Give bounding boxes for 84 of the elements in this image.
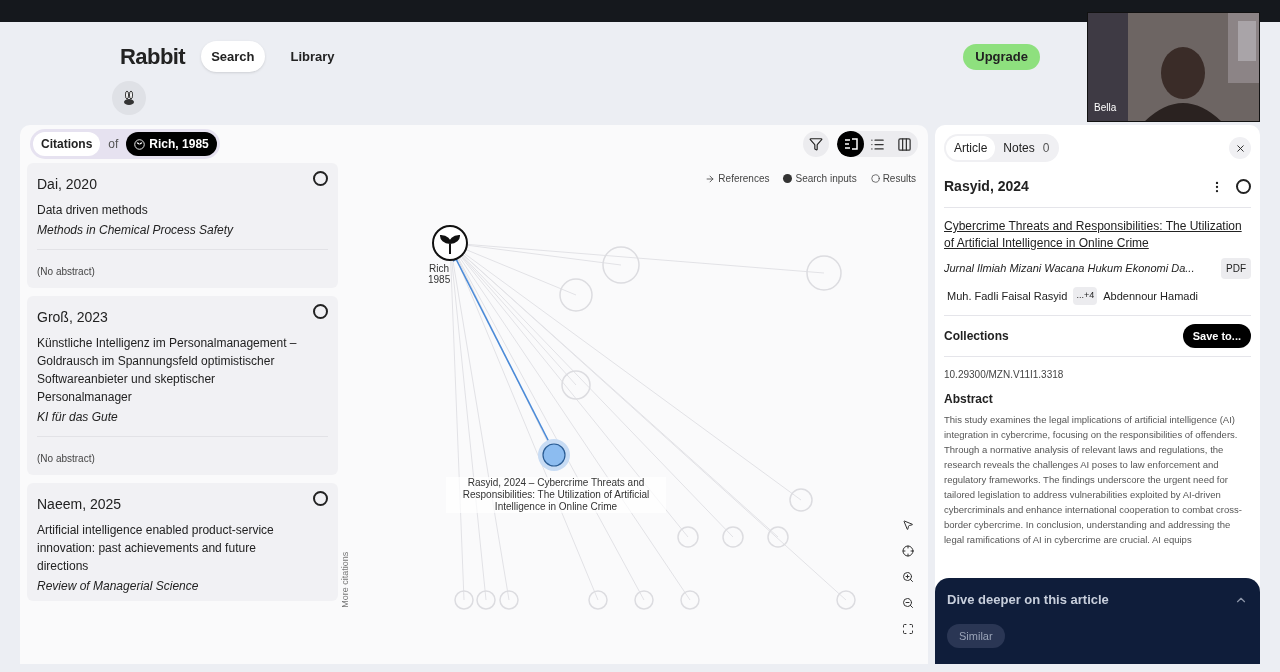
author-name[interactable]: Muh. Fadli Faisal Rasyid — [947, 287, 1068, 304]
article-heading: Rasyid, 2024 — [944, 177, 1029, 196]
seed-node[interactable] — [432, 225, 468, 261]
graph-node[interactable] — [561, 370, 591, 400]
paper-title: Data driven methods — [37, 202, 149, 219]
paper-heading: Naeem, 2025 — [37, 495, 122, 514]
journal-name: Methods in Chemical Process Safety — [37, 222, 235, 239]
graph-node[interactable] — [454, 590, 474, 610]
close-button[interactable] — [1229, 137, 1251, 159]
zoom-in-icon[interactable] — [902, 571, 914, 583]
center-tool-icon[interactable] — [902, 545, 914, 557]
columns-icon — [897, 136, 912, 152]
paper-heading: Dai, 2020 — [37, 175, 97, 194]
collections-label: Collections — [944, 327, 1009, 345]
graph-node[interactable] — [767, 526, 789, 548]
mode-chip[interactable]: Citations — [33, 132, 101, 156]
graph-node[interactable] — [588, 590, 608, 610]
paper-heading: Groß, 2023 — [37, 308, 108, 327]
graph-node[interactable] — [499, 590, 519, 610]
save-to-button[interactable]: Save to... — [1182, 323, 1251, 348]
abstract-text: (No abstract) — [37, 266, 95, 277]
pointer-tool-icon[interactable] — [902, 519, 914, 531]
selected-node[interactable] — [538, 439, 570, 471]
result-icon — [870, 174, 880, 183]
participant-name: Bella — [1094, 101, 1117, 115]
app-logo-text: Rabbit — [120, 43, 186, 71]
paper-card[interactable]: Naeem, 2025 Artificial intelligence enabled product-service innovation: past achievements and future directions Review of Managerial Science — [27, 483, 338, 601]
journal-name: Jurnal Ilmiah Mizani Wacana Hukum Ekonomi Da... — [944, 261, 1195, 277]
graph-view-icon — [843, 138, 858, 150]
paper-card[interactable]: Dai, 2020 Data driven methods Methods in Chemical Process Safety (No abstract) — [27, 163, 338, 288]
node-label: Rasyid, 2024 – Cybercrime Threats and Responsibilities: The Utilization of Artificial Intelligence in Online Crime — [446, 477, 666, 513]
dive-deeper-title: Dive deeper on this article — [947, 591, 1109, 609]
paper-card[interactable]: Groß, 2023 Künstliche Intelligenz im Personalmanagement – Goldrausch im Spannungsfeld optimistischer Softwareanbieter und skeptischer Personalmanager KI für das Gute (No abstract) — [27, 296, 338, 475]
panel-tab[interactable]: Notes 0 — [995, 136, 1058, 160]
close-icon — [1234, 142, 1246, 154]
arrow-icon — [705, 173, 716, 184]
connector-text: of — [108, 136, 119, 153]
similar-button[interactable]: Similar — [947, 623, 1005, 648]
select-checkbox[interactable] — [313, 491, 328, 506]
seed-label: Rich — [429, 263, 450, 274]
graph-node[interactable] — [806, 255, 842, 291]
list-icon — [870, 136, 885, 152]
abstract-text: (No abstract) — [37, 453, 95, 464]
graph-node[interactable] — [634, 590, 654, 610]
search-input-icon — [783, 174, 793, 183]
abstract-heading: Abstract — [944, 391, 994, 408]
rabbit-avatar-icon[interactable] — [112, 81, 146, 115]
panel-tab[interactable]: Article — [946, 136, 996, 160]
filter-button[interactable] — [803, 131, 829, 157]
journal-name: KI für das Gute — [37, 409, 119, 426]
more-authors-chip[interactable]: ...+4 — [1073, 287, 1098, 305]
journal-name: Review of Managerial Science — [37, 578, 200, 595]
more-citations-link[interactable]: More citations — [339, 551, 353, 608]
legend-item: References — [705, 171, 770, 186]
select-checkbox[interactable] — [313, 171, 328, 186]
nav-tab[interactable]: Search — [201, 40, 265, 73]
legend-item: Results — [870, 171, 916, 186]
select-checkbox[interactable] — [313, 304, 328, 319]
nav-tab[interactable]: Library — [280, 40, 345, 73]
select-checkbox[interactable] — [1236, 179, 1251, 194]
seed-label: 1985 — [428, 274, 451, 285]
paper-title: Künstliche Intelligenz im Personalmanagement – Goldrausch im Spannungsfeld optimistischer Softwareanbieter und skeptischer Personalmanager — [37, 335, 298, 406]
graph-node[interactable] — [789, 488, 813, 512]
graph-node[interactable] — [602, 246, 640, 284]
fit-view-icon[interactable] — [902, 623, 914, 635]
graph-node[interactable] — [836, 590, 856, 610]
legend-item: Search inputs — [783, 171, 857, 186]
abstract-paragraph: This study examines the legal implications of artificial intelligence (AI) integration in cybercrime, focusing on the responsibilities of offenders. Through a normative analysis of relevant laws and regulations, the research reveals the challenges AI poses to law enforcement and regulatory frameworks. The findings underscore the urgent need for tailored legislation to address vulnerabilities exploited by AI-driven cybercriminals and enhance international cooperation to combat cross-border cybercrime. In conclusion, understanding and addressing the legal ramifications of AI in cybercrime are crucial. AI equips — [944, 413, 1243, 547]
upgrade-button[interactable]: Upgrade — [963, 44, 1040, 70]
paper-title: Artificial intelligence enabled product-service innovation: past achievements and future directions — [37, 522, 275, 575]
graph-node[interactable] — [559, 278, 593, 312]
graph-node[interactable] — [722, 526, 744, 548]
graph-node[interactable] — [680, 590, 700, 610]
author-name[interactable]: Abdennour Hamadi — [1103, 287, 1198, 304]
filter-icon — [809, 137, 823, 151]
seed-chip[interactable]: Rich, 1985 — [126, 132, 217, 156]
sprout-icon — [134, 138, 146, 150]
pdf-badge[interactable]: PDF — [1221, 258, 1251, 279]
graph-node[interactable] — [476, 590, 496, 610]
doi-text: 10.29300/MZN.V11I1.3318 — [944, 368, 1065, 382]
view-toggle[interactable] — [837, 131, 864, 157]
graph-node[interactable] — [677, 526, 699, 548]
zoom-out-icon[interactable] — [902, 597, 914, 609]
article-title-link[interactable]: Cybercrime Threats and Responsibilities: The Utilization of Artificial Intelligence in Online Crime — [944, 218, 1251, 252]
